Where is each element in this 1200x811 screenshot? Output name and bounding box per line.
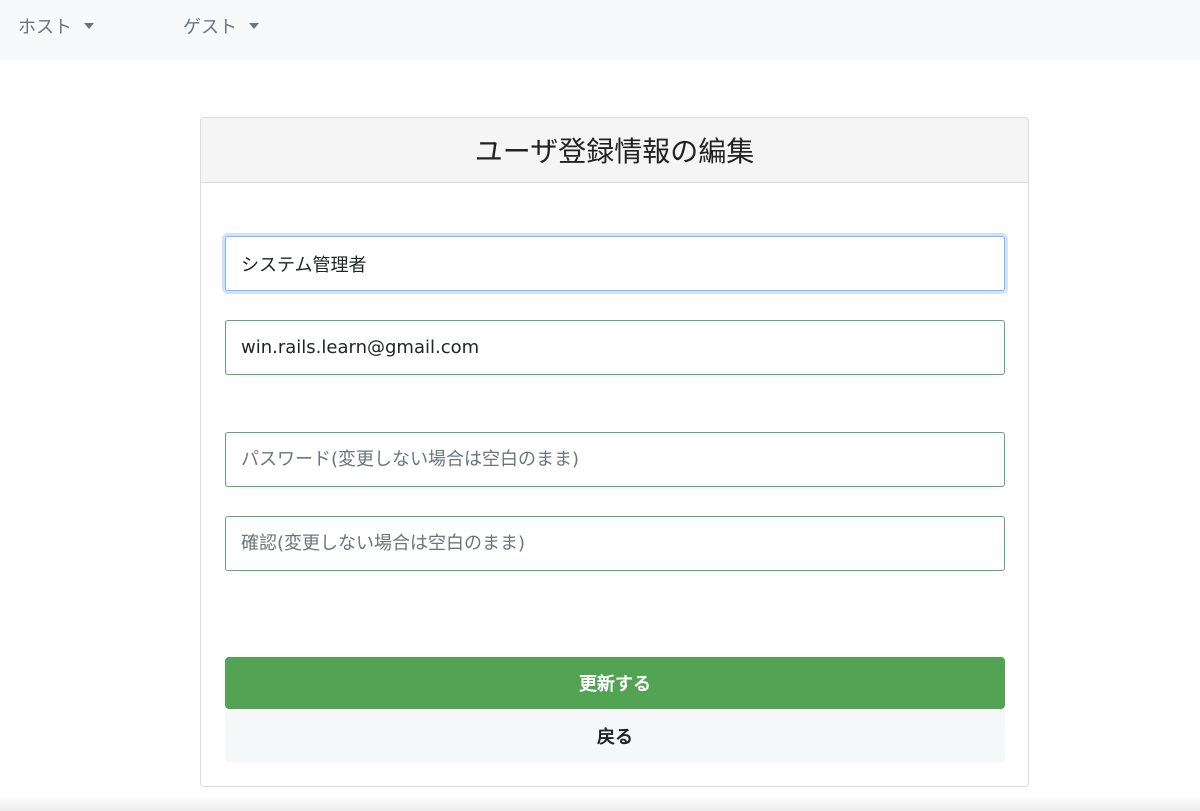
navbar: ホスト ゲスト xyxy=(0,0,1200,60)
password-confirmation-field[interactable] xyxy=(225,516,1005,571)
back-button-label: 戻る xyxy=(597,727,633,748)
back-button[interactable]: 戻る xyxy=(225,710,1005,762)
host-dropdown-label: ホスト xyxy=(18,17,72,38)
page-title: ユーザ登録情報の編集 xyxy=(474,135,755,168)
host-dropdown[interactable]: ホスト xyxy=(18,14,94,38)
edit-user-card: ユーザ登録情報の編集 更新する 戻る xyxy=(200,117,1029,787)
guest-dropdown[interactable]: ゲスト xyxy=(183,14,259,38)
chevron-down-icon xyxy=(249,23,259,29)
chevron-down-icon xyxy=(84,23,94,29)
password-field[interactable] xyxy=(225,432,1005,487)
update-button[interactable]: 更新する xyxy=(225,657,1005,709)
card-header: ユーザ登録情報の編集 xyxy=(201,118,1028,183)
update-button-label: 更新する xyxy=(579,674,651,695)
guest-dropdown-label: ゲスト xyxy=(183,17,237,38)
bottom-edge-shadow xyxy=(0,795,1200,811)
email-field[interactable] xyxy=(225,320,1005,375)
name-field[interactable] xyxy=(225,236,1005,291)
